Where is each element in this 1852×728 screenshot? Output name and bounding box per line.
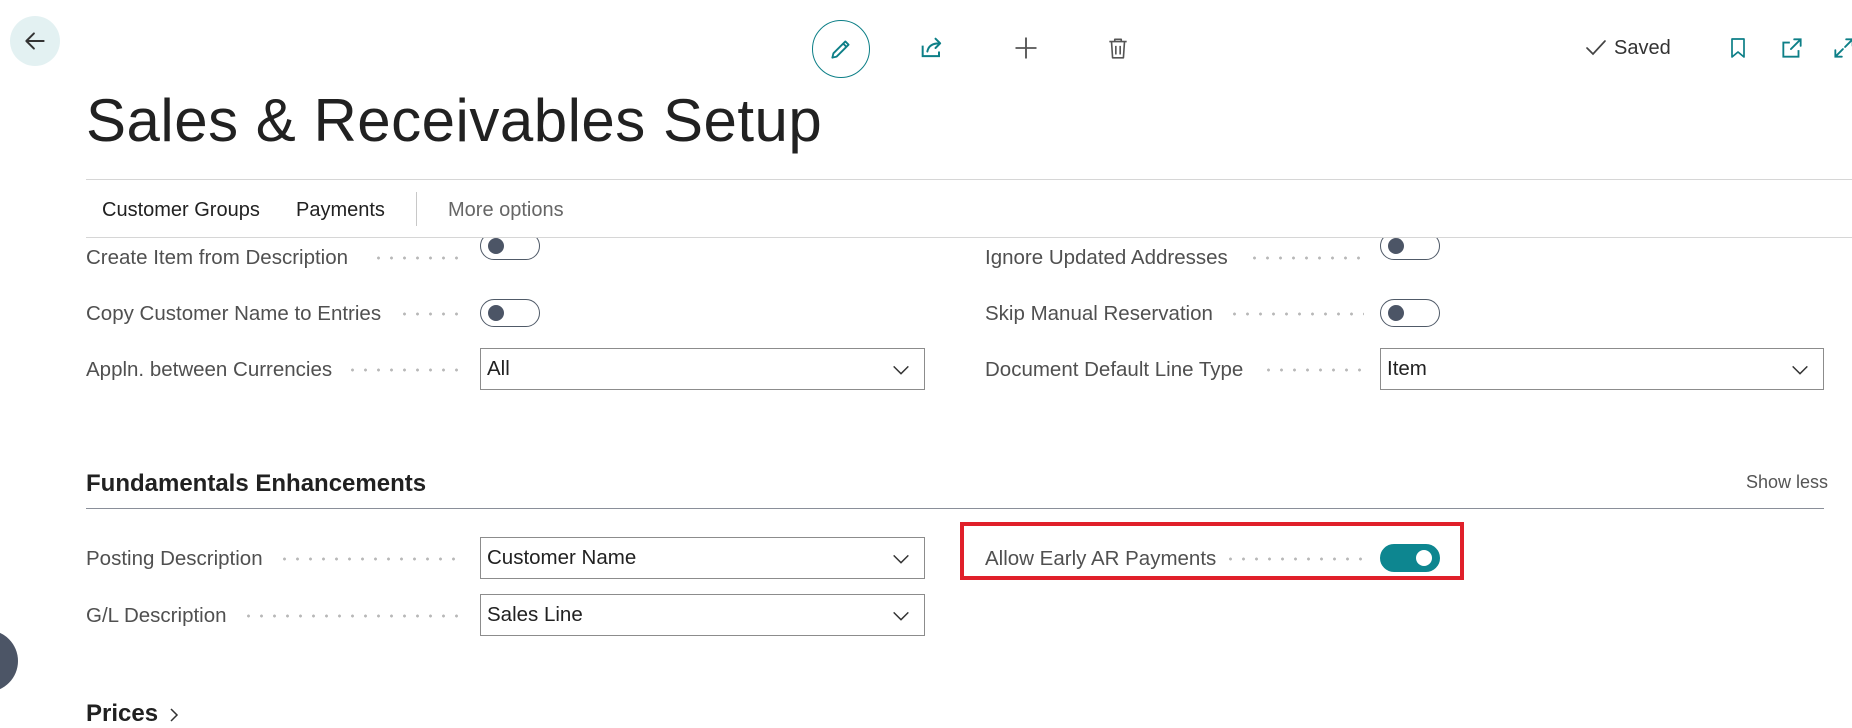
- bookmark-icon: [1731, 38, 1745, 58]
- toggle-allow-early-ar-payments[interactable]: [1380, 544, 1440, 572]
- share-button[interactable]: [904, 20, 960, 76]
- action-payments[interactable]: Payments: [296, 196, 385, 224]
- expand-button[interactable]: [1826, 30, 1852, 66]
- field-label-copy-customer-name: Copy Customer Name to Entries: [86, 302, 382, 325]
- header-divider: [86, 179, 1852, 180]
- bookmark-button[interactable]: [1720, 30, 1756, 66]
- select-appln-between-currencies[interactable]: All: [480, 348, 925, 390]
- section-title-prices[interactable]: Prices: [86, 700, 183, 728]
- field-leader-dots: [1262, 356, 1364, 384]
- action-more-options[interactable]: More options: [448, 196, 564, 224]
- field-label-ignore-updated-addresses: Ignore Updated Addresses: [985, 246, 1228, 269]
- toggle-knob: [488, 238, 504, 254]
- delete-button[interactable]: [1090, 20, 1146, 76]
- field-leader-dots: [278, 545, 464, 573]
- action-customer-groups[interactable]: Customer Groups: [102, 196, 260, 224]
- side-panel-button[interactable]: [0, 630, 18, 692]
- toggle-knob: [1388, 305, 1404, 321]
- toggle-knob: [1416, 550, 1432, 566]
- saved-status: Saved: [1584, 32, 1671, 64]
- select-value: Item: [1387, 357, 1427, 380]
- toggle-knob: [1388, 238, 1404, 254]
- back-button[interactable]: [10, 16, 60, 66]
- share-icon: [921, 37, 942, 58]
- open-new-window-icon: [1782, 38, 1802, 58]
- field-label-document-default-line-type: Document Default Line Type: [985, 358, 1244, 381]
- field-leader-dots: [398, 300, 464, 328]
- select-posting-description[interactable]: Customer Name: [480, 537, 925, 579]
- checkmark-icon: [1586, 40, 1606, 56]
- toggle-copy-customer-name[interactable]: [480, 299, 540, 327]
- action-separator: [416, 192, 417, 226]
- field-label-appln-between-currencies: Appln. between Currencies: [86, 358, 333, 381]
- new-button[interactable]: [998, 20, 1054, 76]
- chevron-right-icon: [170, 708, 178, 722]
- open-new-window-button[interactable]: [1774, 30, 1810, 66]
- toggle-create-item-from-description[interactable]: [480, 238, 540, 260]
- chevron-down-icon: [893, 554, 909, 564]
- toggle-skip-manual-reservation[interactable]: [1380, 299, 1440, 327]
- chevron-down-icon: [893, 365, 909, 375]
- trash-icon: [1109, 38, 1127, 59]
- select-value: All: [487, 357, 510, 380]
- plus-icon: [1015, 37, 1037, 59]
- field-label-skip-manual-reservation: Skip Manual Reservation: [985, 302, 1213, 325]
- field-leader-dots: [1224, 545, 1364, 573]
- chevron-down-icon: [893, 611, 909, 621]
- toggle-ignore-updated-addresses[interactable]: [1380, 238, 1440, 260]
- scroll-clip-row: Create Item from Description Ignore Upda…: [0, 238, 1852, 290]
- saved-label: Saved: [1614, 36, 1671, 59]
- section-divider: [86, 508, 1824, 509]
- page-title: Sales & Receivables Setup: [86, 87, 823, 154]
- select-gl-description[interactable]: Sales Line: [480, 594, 925, 636]
- select-value: Customer Name: [487, 546, 637, 569]
- edit-button[interactable]: [812, 20, 870, 78]
- show-less-link[interactable]: Show less: [1746, 472, 1828, 493]
- toggle-knob: [488, 305, 504, 321]
- field-label-create-item-from-description: Create Item from Description: [86, 246, 349, 269]
- arrow-left-icon: [25, 32, 45, 50]
- field-leader-dots: [346, 356, 464, 384]
- field-label-allow-early-ar-payments: Allow Early AR Payments: [985, 547, 1217, 570]
- chevron-down-icon: [1792, 365, 1808, 375]
- select-value: Sales Line: [487, 603, 583, 626]
- field-leader-dots: [372, 244, 464, 272]
- prices-label: Prices: [86, 700, 159, 727]
- field-label-posting-description: Posting Description: [86, 547, 263, 570]
- select-document-default-line-type[interactable]: Item: [1380, 348, 1824, 390]
- expand-icon: [1834, 38, 1852, 58]
- pencil-icon: [831, 40, 850, 59]
- field-label-gl-description: G/L Description: [86, 604, 227, 627]
- section-title-fundamentals: Fundamentals Enhancements: [86, 470, 427, 497]
- field-leader-dots: [242, 602, 464, 630]
- field-leader-dots: [1248, 244, 1364, 272]
- field-leader-dots: [1228, 300, 1364, 328]
